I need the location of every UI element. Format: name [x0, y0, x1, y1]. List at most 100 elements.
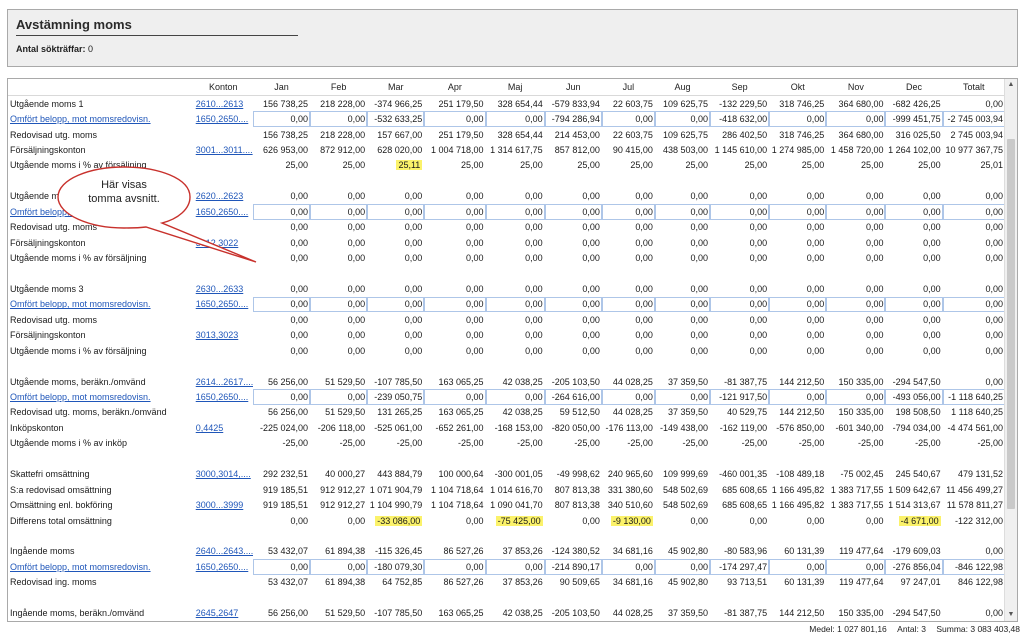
month-value-cell[interactable]: 0,00 [885, 312, 942, 327]
account-link[interactable]: 1650,2650.... [194, 389, 253, 404]
month-value-cell[interactable]: 0,00 [310, 343, 367, 358]
month-value-cell[interactable]: 0,00 [310, 204, 368, 220]
total-cell[interactable]: 0,00 [943, 343, 1005, 358]
month-value-cell[interactable]: 0,00 [769, 343, 826, 358]
month-value-cell[interactable]: 0,00 [253, 513, 310, 528]
month-value-cell[interactable]: -75 002,45 [826, 467, 885, 482]
month-value-cell[interactable]: -107 785,50 [367, 605, 424, 620]
month-value-cell[interactable]: 0,00 [367, 220, 424, 235]
total-cell[interactable]: 0,00 [943, 250, 1005, 265]
month-value-cell[interactable]: 1 274 985,00 [769, 142, 826, 157]
column-header[interactable]: Okt [769, 79, 827, 96]
account-link[interactable]: 2640...2643.... [194, 544, 253, 559]
month-value-cell[interactable]: 1 166 495,82 [769, 497, 826, 512]
month-value-cell[interactable]: 0,00 [485, 559, 545, 575]
month-value-cell[interactable]: -25,00 [826, 436, 885, 451]
scroll-up-icon[interactable]: ▲ [1005, 79, 1017, 91]
column-header[interactable]: Aug [654, 79, 710, 96]
month-value-cell[interactable]: 25,00 [602, 158, 655, 173]
scroll-down-icon[interactable]: ▼ [1005, 609, 1017, 621]
month-value-cell[interactable]: 156 738,25 [253, 127, 310, 142]
month-value-cell[interactable]: 0,00 [545, 281, 602, 296]
month-value-cell[interactable]: 919 185,51 [253, 497, 310, 512]
month-value-cell[interactable]: 0,00 [544, 204, 602, 220]
total-cell[interactable]: 846 122,98 [943, 575, 1005, 590]
month-value-cell[interactable]: 1 090 041,70 [486, 497, 545, 512]
month-value-cell[interactable]: 251 179,50 [424, 127, 485, 142]
month-value-cell[interactable]: 0,00 [253, 235, 310, 250]
month-value-cell[interactable]: 0,00 [710, 312, 769, 327]
month-value-cell[interactable]: 1 104 990,79 [367, 497, 424, 512]
column-header[interactable]: Konton [193, 79, 253, 96]
month-value-cell[interactable]: 0,00 [253, 220, 310, 235]
month-value-cell[interactable]: -294 547,50 [885, 374, 942, 389]
account-link[interactable]: 3000...3999 [194, 497, 253, 512]
month-value-cell[interactable]: 0,00 [710, 513, 769, 528]
month-value-cell[interactable]: 0,00 [424, 281, 485, 296]
month-value-cell[interactable]: -205 103,50 [545, 605, 602, 620]
month-value-cell[interactable]: 131 265,25 [367, 405, 424, 420]
month-value-cell[interactable]: 42 038,25 [486, 405, 545, 420]
month-value-cell[interactable]: 0,00 [545, 189, 602, 204]
month-value-cell[interactable]: 42 038,25 [486, 374, 545, 389]
month-value-cell[interactable]: 0,00 [885, 204, 943, 220]
month-value-cell[interactable]: 318 746,25 [769, 127, 826, 142]
month-value-cell[interactable]: -794 034,00 [885, 420, 942, 435]
month-value-cell[interactable]: 1 104 718,64 [424, 497, 485, 512]
column-header[interactable]: Mar [367, 79, 425, 96]
month-value-cell[interactable]: 292 232,51 [253, 467, 310, 482]
month-value-cell[interactable]: -81 387,75 [710, 374, 769, 389]
month-value-cell[interactable]: 144 212,50 [769, 374, 826, 389]
month-value-cell[interactable]: 1 383 717,55 [826, 497, 885, 512]
month-value-cell[interactable]: 0,00 [545, 220, 602, 235]
account-link[interactable]: 1650,2650.... [194, 204, 253, 219]
month-value-cell[interactable]: 150 335,00 [826, 374, 885, 389]
month-value-cell[interactable]: 0,00 [545, 343, 602, 358]
month-value-cell[interactable]: 0,00 [424, 328, 485, 343]
month-value-cell[interactable]: -75 425,00 [486, 513, 545, 528]
month-value-cell[interactable]: -525 061,00 [367, 420, 424, 435]
month-value-cell[interactable]: -225 024,00 [253, 420, 310, 435]
month-value-cell[interactable]: 40 529,75 [710, 405, 769, 420]
month-value-cell[interactable]: -25,00 [310, 436, 367, 451]
account-link[interactable]: 2630...2633 [194, 281, 253, 296]
month-value-cell[interactable]: 0,00 [486, 328, 545, 343]
month-value-cell[interactable]: 25,00 [769, 158, 826, 173]
month-value-cell[interactable]: 919 185,51 [253, 482, 310, 497]
month-value-cell[interactable]: 0,00 [485, 204, 545, 220]
month-value-cell[interactable]: 364 680,00 [826, 127, 885, 142]
month-value-cell[interactable]: 912 912,27 [310, 497, 367, 512]
total-cell[interactable]: 0,00 [943, 605, 1005, 620]
month-value-cell[interactable]: 59 512,50 [545, 405, 602, 420]
month-value-cell[interactable]: 0,00 [654, 559, 710, 575]
month-value-cell[interactable]: 0,00 [424, 111, 486, 127]
month-value-cell[interactable]: 0,00 [253, 343, 310, 358]
month-value-cell[interactable]: -999 451,75 [885, 111, 943, 127]
account-link[interactable]: 3012,3022 [194, 235, 253, 250]
total-cell[interactable]: -122 312,00 [943, 513, 1005, 528]
month-value-cell[interactable]: 0,00 [826, 189, 885, 204]
row-label-link[interactable]: Omfört belopp, mot momsredovisn. [8, 559, 194, 574]
month-value-cell[interactable]: 0,00 [602, 281, 655, 296]
month-value-cell[interactable]: 0,00 [310, 235, 367, 250]
month-value-cell[interactable]: 0,00 [885, 328, 942, 343]
month-value-cell[interactable]: 0,00 [424, 204, 486, 220]
month-value-cell[interactable]: -107 785,50 [367, 374, 424, 389]
column-header[interactable] [8, 79, 194, 96]
month-value-cell[interactable]: 0,00 [769, 250, 826, 265]
month-value-cell[interactable]: 86 527,26 [424, 544, 485, 559]
total-cell[interactable]: 0,00 [943, 189, 1005, 204]
month-value-cell[interactable]: 0,00 [601, 559, 655, 575]
total-cell[interactable]: -2 745 003,94 [942, 111, 1005, 127]
month-value-cell[interactable]: 40 000,27 [310, 467, 367, 482]
month-value-cell[interactable]: 0,00 [826, 220, 885, 235]
total-cell[interactable]: 0,00 [943, 96, 1005, 112]
month-value-cell[interactable]: 0,00 [545, 312, 602, 327]
month-value-cell[interactable]: 0,00 [710, 204, 770, 220]
month-value-cell[interactable]: -239 050,75 [367, 389, 425, 405]
month-value-cell[interactable]: 0,00 [486, 189, 545, 204]
month-value-cell[interactable]: 0,00 [485, 296, 545, 313]
month-value-cell[interactable]: -49 998,62 [545, 467, 602, 482]
month-value-cell[interactable]: 163 065,25 [424, 405, 485, 420]
month-value-cell[interactable]: 0,00 [826, 111, 886, 127]
